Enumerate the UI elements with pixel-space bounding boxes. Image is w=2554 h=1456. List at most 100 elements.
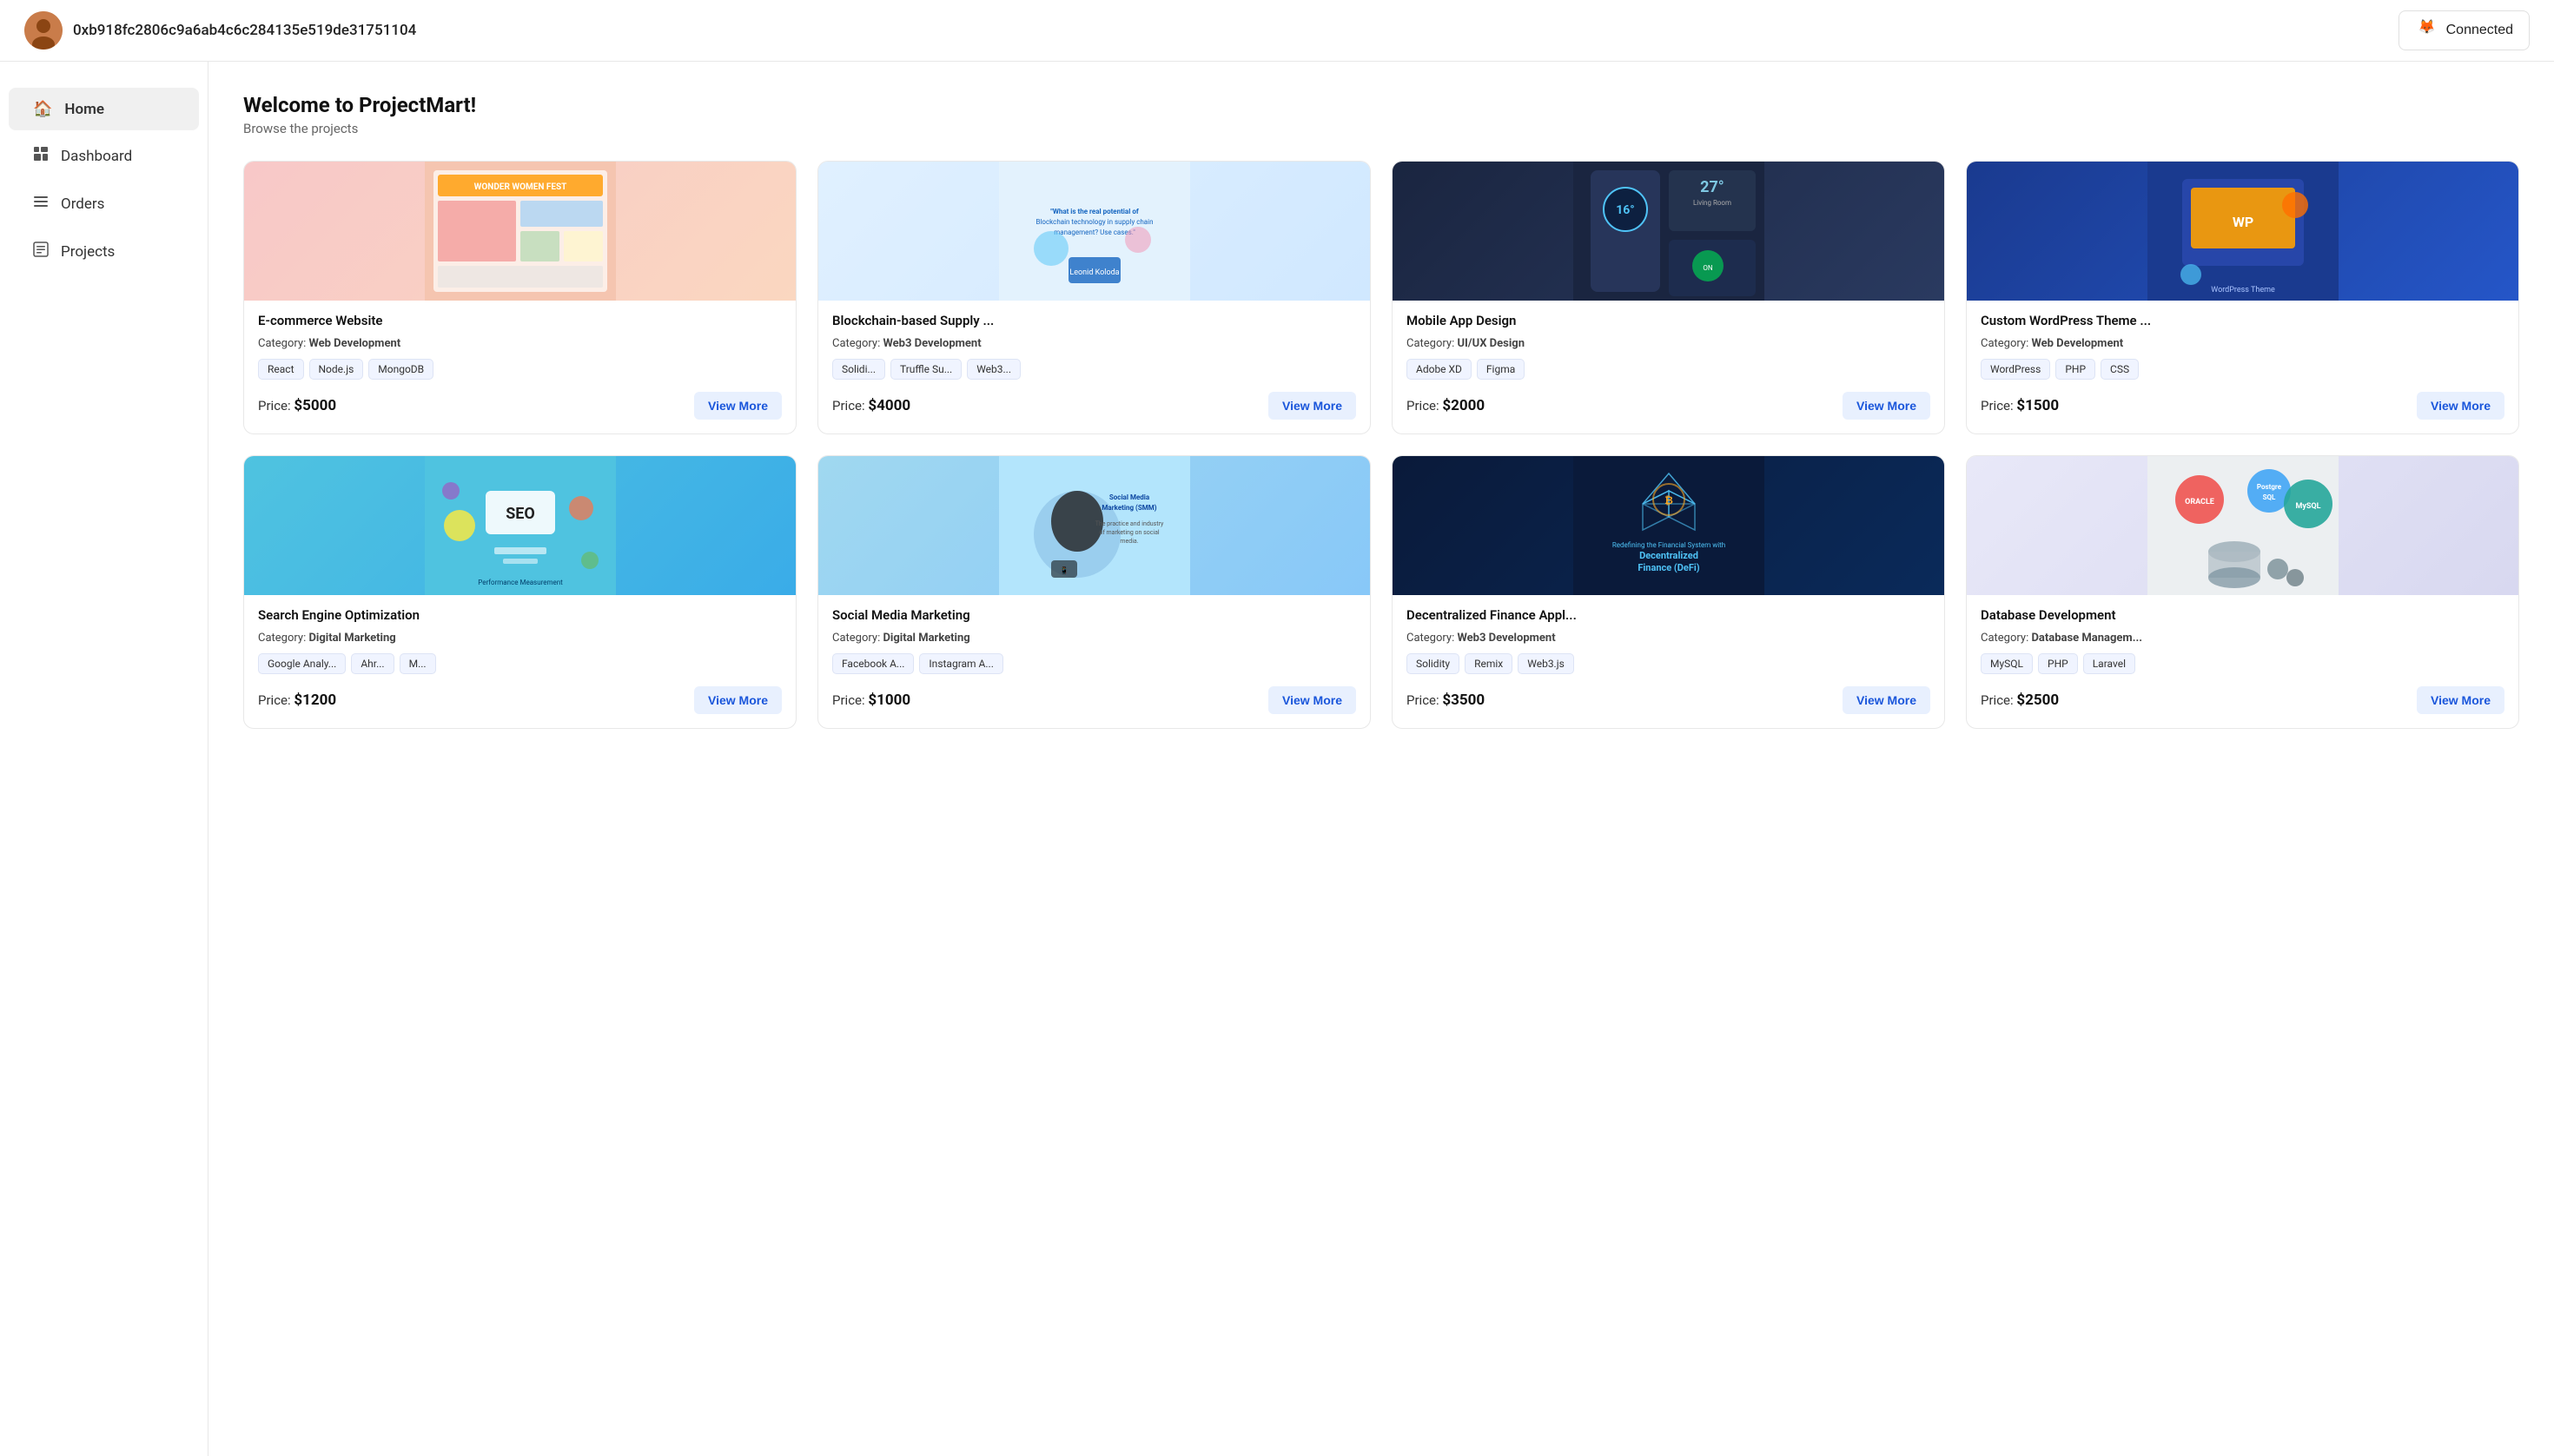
project-image: WONDER WOMEN FEST — [244, 162, 796, 301]
project-image: SEO Performance Measurement — [244, 456, 796, 595]
project-image: WP WordPress Theme — [1967, 162, 2518, 301]
svg-text:₿: ₿ — [1664, 494, 1673, 506]
sidebar-label-dashboard: Dashboard — [61, 148, 132, 165]
svg-text:📱: 📱 — [1060, 566, 1069, 574]
project-card: 27° Living Room 16° ON Mobile App Design… — [1392, 161, 1945, 434]
project-name: Decentralized Finance Appl... — [1406, 607, 1930, 623]
project-card: Social Media Marketing (SMM) The practic… — [817, 455, 1371, 729]
project-card: Redefining the Financial System with Dec… — [1392, 455, 1945, 729]
svg-text:ON: ON — [1703, 264, 1713, 272]
view-more-button[interactable]: View More — [1843, 686, 1930, 714]
svg-text:"What is the real potential of: "What is the real potential of — [1050, 208, 1139, 215]
view-more-button[interactable]: View More — [694, 686, 782, 714]
project-card: WONDER WOMEN FEST E-commerce Website Cat… — [243, 161, 797, 434]
price-row: Price: $1000 View More — [832, 686, 1356, 714]
price-row: Price: $3500 View More — [1406, 686, 1930, 714]
sidebar-label-projects: Projects — [61, 243, 115, 261]
project-tag: Truffle Su... — [890, 359, 962, 380]
project-image: Redefining the Financial System with Dec… — [1393, 456, 1944, 595]
project-tag: PHP — [2055, 359, 2095, 380]
svg-text:16°: 16° — [1616, 203, 1635, 217]
price-text: Price: $5000 — [258, 397, 336, 414]
project-image: "What is the real potential of Blockchai… — [818, 162, 1370, 301]
svg-text:WONDER WOMEN FEST: WONDER WOMEN FEST — [473, 182, 566, 192]
view-more-button[interactable]: View More — [2417, 686, 2504, 714]
sidebar-item-dashboard[interactable]: Dashboard — [9, 134, 199, 178]
price-row: Price: $1200 View More — [258, 686, 782, 714]
home-icon: 🏠 — [33, 100, 52, 118]
projects-grid: WONDER WOMEN FEST E-commerce Website Cat… — [243, 161, 2519, 729]
project-tags: Solidity Remix Web3.js — [1406, 653, 1930, 674]
project-category: Category: UI/UX Design — [1406, 337, 1930, 350]
project-tag: Instagram A... — [919, 653, 1002, 674]
price-row: Price: $4000 View More — [832, 392, 1356, 420]
project-name: E-commerce Website — [258, 313, 782, 328]
svg-text:Decentralized: Decentralized — [1639, 550, 1698, 561]
sidebar-item-home[interactable]: 🏠 Home — [9, 88, 199, 130]
project-body: Social Media Marketing Category: Digital… — [818, 595, 1370, 728]
svg-text:Living Room: Living Room — [1692, 199, 1730, 207]
project-category: Category: Web Development — [1981, 337, 2504, 350]
project-category: Category: Web Development — [258, 337, 782, 350]
project-tag: Facebook A... — [832, 653, 914, 674]
sidebar-item-projects[interactable]: Projects — [9, 229, 199, 274]
wallet-address: 0xb918fc2806c9a6ab4c6c284135e519de317511… — [73, 22, 416, 39]
price-text: Price: $1000 — [832, 692, 910, 709]
svg-text:Social Media: Social Media — [1108, 493, 1149, 501]
project-name: Custom WordPress Theme ... — [1981, 313, 2504, 328]
view-more-button[interactable]: View More — [1268, 686, 1356, 714]
project-category: Category: Digital Marketing — [832, 632, 1356, 645]
svg-text:media.: media. — [1120, 538, 1138, 545]
svg-text:WP: WP — [2232, 214, 2253, 230]
price-text: Price: $1200 — [258, 692, 336, 709]
connected-button[interactable]: 🦊 Connected — [2399, 10, 2530, 50]
project-tag: Solidity — [1406, 653, 1459, 674]
project-tags: Adobe XDFigma — [1406, 359, 1930, 380]
dashboard-icon — [33, 146, 49, 166]
project-category: Category: Database Managem... — [1981, 632, 2504, 645]
project-tag: Remix — [1465, 653, 1512, 674]
project-category: Category: Web3 Development — [1406, 632, 1930, 645]
project-category: Category: Digital Marketing — [258, 632, 782, 645]
project-body: E-commerce Website Category: Web Develop… — [244, 301, 796, 433]
project-card: "What is the real potential of Blockchai… — [817, 161, 1371, 434]
project-tag: M... — [400, 653, 436, 674]
view-more-button[interactable]: View More — [694, 392, 782, 420]
project-tag: Web3... — [967, 359, 1021, 380]
svg-text:Finance (DeFi): Finance (DeFi) — [1638, 562, 1699, 573]
project-name: Blockchain-based Supply ... — [832, 313, 1356, 328]
project-tag: CSS — [2101, 359, 2139, 380]
svg-text:Marketing (SMM): Marketing (SMM) — [1102, 504, 1156, 512]
project-body: Decentralized Finance Appl... Category: … — [1393, 595, 1944, 728]
metamask-icon: 🦊 — [2415, 18, 2439, 43]
sidebar-item-orders[interactable]: Orders — [9, 182, 199, 226]
svg-text:ORACLE: ORACLE — [2185, 498, 2214, 506]
avatar — [24, 11, 63, 50]
project-tag: PHP — [2038, 653, 2078, 674]
project-name: Mobile App Design — [1406, 313, 1930, 328]
svg-text:WordPress Theme: WordPress Theme — [2211, 286, 2275, 295]
sidebar: 🏠 Home Dashboard Ord — [0, 62, 208, 1456]
project-image: Social Media Marketing (SMM) The practic… — [818, 456, 1370, 595]
projects-icon — [33, 242, 49, 261]
project-body: Blockchain-based Supply ... Category: We… — [818, 301, 1370, 433]
project-tag: Google Analy... — [258, 653, 346, 674]
project-category: Category: Web3 Development — [832, 337, 1356, 350]
header: 0xb918fc2806c9a6ab4c6c284135e519de317511… — [0, 0, 2554, 62]
project-tag: Web3.js — [1518, 653, 1574, 674]
project-tag: Adobe XD — [1406, 359, 1472, 380]
view-more-button[interactable]: View More — [1268, 392, 1356, 420]
svg-text:27°: 27° — [1700, 178, 1724, 196]
orders-icon — [33, 194, 49, 214]
project-image: 27° Living Room 16° ON — [1393, 162, 1944, 301]
view-more-button[interactable]: View More — [2417, 392, 2504, 420]
view-more-button[interactable]: View More — [1843, 392, 1930, 420]
project-name: Database Development — [1981, 607, 2504, 623]
svg-text:Performance Measurement: Performance Measurement — [478, 579, 563, 586]
sidebar-label-orders: Orders — [61, 195, 104, 213]
connected-label: Connected — [2446, 23, 2513, 38]
price-row: Price: $1500 View More — [1981, 392, 2504, 420]
project-tags: ReactNode.jsMongoDB — [258, 359, 782, 380]
body-wrap: 🏠 Home Dashboard Ord — [0, 62, 2554, 1456]
price-row: Price: $5000 View More — [258, 392, 782, 420]
